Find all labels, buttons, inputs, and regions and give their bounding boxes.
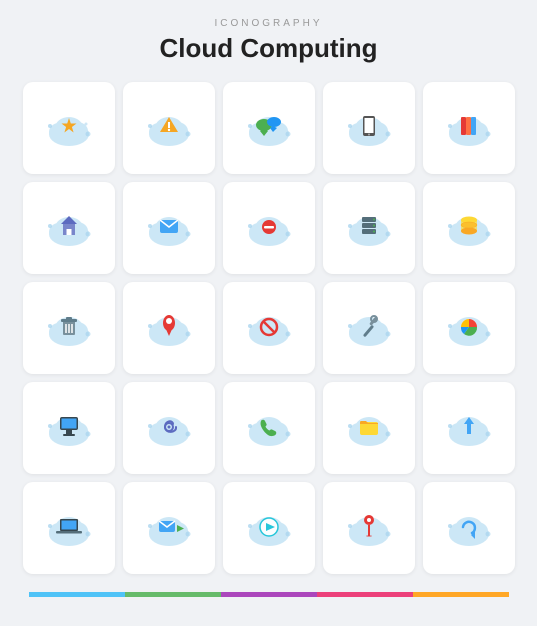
cloud-email-arrow-icon — [142, 501, 196, 555]
color-bars — [29, 592, 509, 597]
cloud-pin-card[interactable] — [323, 482, 415, 574]
cloud-block-card[interactable] — [223, 282, 315, 374]
cloud-mail-card[interactable] — [123, 182, 215, 274]
cloud-pin-icon — [342, 501, 396, 555]
header-title: Cloud Computing — [159, 33, 377, 64]
cloud-settings-card[interactable] — [323, 282, 415, 374]
cloud-location-card[interactable] — [123, 282, 215, 374]
cloud-refresh-icon — [442, 501, 496, 555]
cloud-phone-icon — [242, 401, 296, 455]
cloud-trash-card[interactable] — [23, 282, 115, 374]
cloud-location-icon — [142, 301, 196, 355]
icon-grid — [15, 74, 523, 582]
cloud-home-icon — [42, 201, 96, 255]
cloud-database-icon — [442, 201, 496, 255]
cloud-chat-icon — [242, 101, 296, 155]
cloud-book-icon — [442, 101, 496, 155]
cloud-star-card[interactable] — [23, 82, 115, 174]
cloud-book-card[interactable] — [423, 82, 515, 174]
cloud-chart-card[interactable] — [423, 282, 515, 374]
cloud-warning-card[interactable] — [123, 82, 215, 174]
cloud-mobile-icon — [342, 101, 396, 155]
bar-orange — [413, 592, 509, 597]
cloud-star-icon — [42, 101, 96, 155]
cloud-refresh-card[interactable] — [423, 482, 515, 574]
cloud-laptop-card[interactable] — [23, 482, 115, 574]
page-header: Iconography Cloud Computing — [159, 0, 377, 74]
cloud-at-icon — [142, 401, 196, 455]
cloud-email-arrow-card[interactable] — [123, 482, 215, 574]
bar-pink — [317, 592, 413, 597]
cloud-minus-icon — [242, 201, 296, 255]
cloud-laptop-icon — [42, 501, 96, 555]
cloud-settings-icon — [342, 301, 396, 355]
bar-green — [125, 592, 221, 597]
cloud-trash-icon — [42, 301, 96, 355]
cloud-folder-icon — [342, 401, 396, 455]
cloud-chat-card[interactable] — [223, 82, 315, 174]
cloud-music-icon — [242, 501, 296, 555]
cloud-folder-card[interactable] — [323, 382, 415, 474]
header-subtitle: Iconography — [159, 18, 377, 29]
cloud-phone-card[interactable] — [223, 382, 315, 474]
cloud-monitor-card[interactable] — [23, 382, 115, 474]
cloud-at-card[interactable] — [123, 382, 215, 474]
cloud-mobile-card[interactable] — [323, 82, 415, 174]
cloud-upload-card[interactable] — [423, 382, 515, 474]
cloud-block-icon — [242, 301, 296, 355]
cloud-minus-card[interactable] — [223, 182, 315, 274]
cloud-chart-icon — [442, 301, 496, 355]
cloud-server-icon — [342, 201, 396, 255]
bar-blue — [29, 592, 125, 597]
cloud-monitor-icon — [42, 401, 96, 455]
cloud-home-card[interactable] — [23, 182, 115, 274]
cloud-music-card[interactable] — [223, 482, 315, 574]
bar-purple — [221, 592, 317, 597]
cloud-upload-icon — [442, 401, 496, 455]
cloud-mail-icon — [142, 201, 196, 255]
cloud-warning-icon — [142, 101, 196, 155]
cloud-database-card[interactable] — [423, 182, 515, 274]
cloud-server-card[interactable] — [323, 182, 415, 274]
